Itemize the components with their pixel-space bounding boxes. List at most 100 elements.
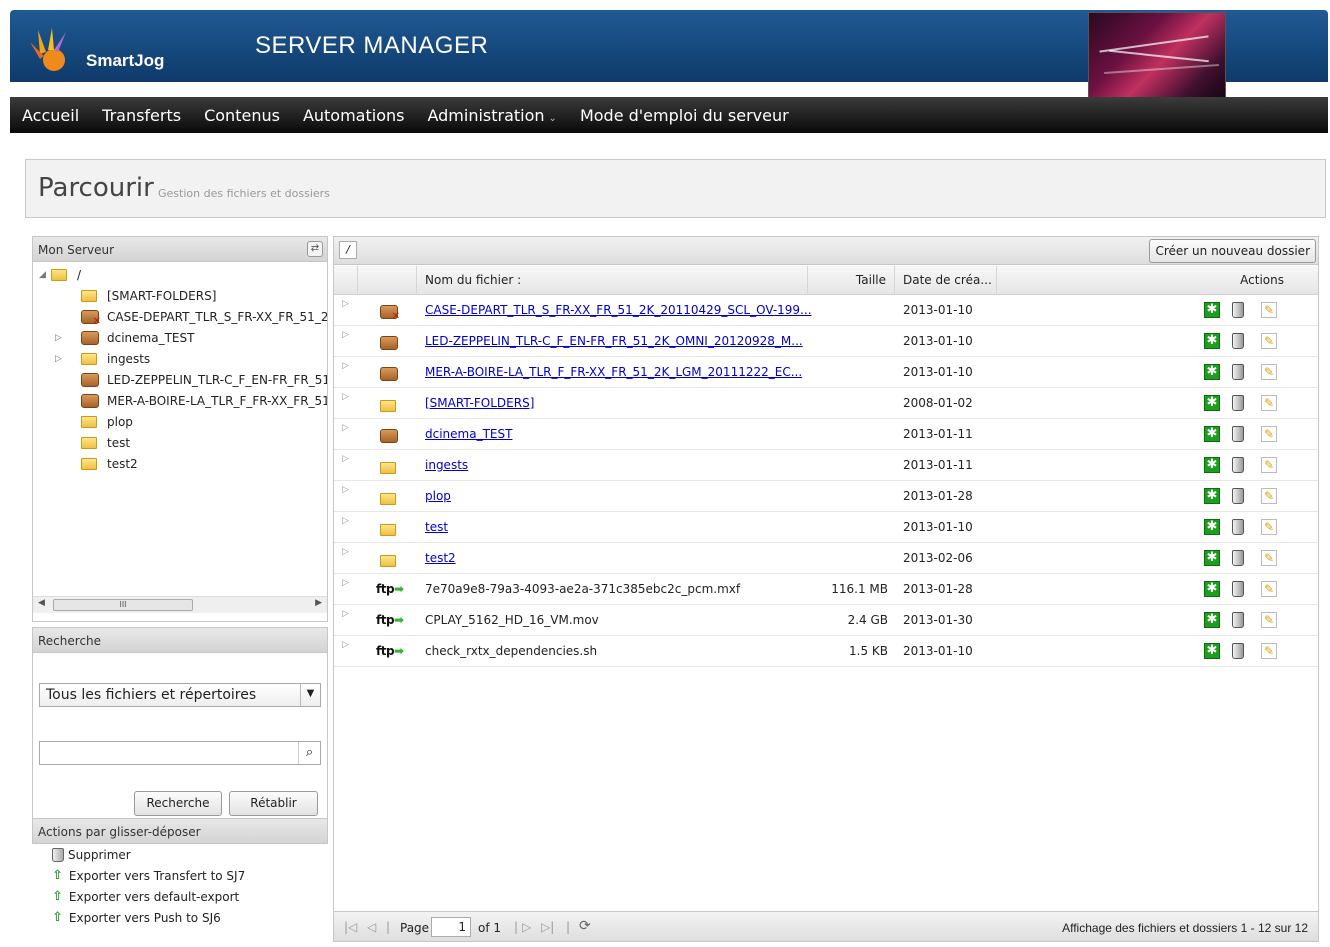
file-name-link[interactable]: test [425,520,448,534]
page-number-input[interactable]: 1 [431,917,471,937]
dnd-item-export-default[interactable]: ⇧ Exporter vers default-export [32,886,328,907]
expand-icon[interactable]: ▷ [342,299,349,309]
col-date-header[interactable]: Date de créa... [895,266,997,294]
trash-icon[interactable] [1232,581,1244,597]
trash-icon[interactable] [1232,643,1244,659]
edit-pencil-icon[interactable]: ✎ [1261,333,1277,349]
tree-root[interactable]: ◢ / [39,264,81,285]
tree-horizontal-scrollbar[interactable]: ◀ III ▶ [33,596,327,613]
favorite-star-icon[interactable]: ✱ [1204,302,1220,318]
tree-item-smart-folders[interactable]: [SMART-FOLDERS] [81,285,216,306]
first-page-icon[interactable]: |◁ [344,920,357,934]
expand-icon[interactable]: ▷ [342,392,349,402]
expand-icon[interactable]: ▷ [342,609,349,619]
edit-pencil-icon[interactable]: ✎ [1261,612,1277,628]
expand-icon[interactable]: ▷ [342,423,349,433]
edit-pencil-icon[interactable]: ✎ [1261,550,1277,566]
scroll-left-icon[interactable]: ◀ [38,598,45,608]
search-input[interactable]: ⌕ [39,741,321,765]
nav-administration[interactable]: Administration ⌄ [427,106,556,125]
table-row[interactable]: ▷ ftp➡ check_rxtx_dependencies.sh 1.5 KB 201… [334,636,1318,667]
file-name-link[interactable]: LED-ZEPPELIN_TLR-C_F_EN-FR_FR_51_2K_OMNI… [425,334,803,348]
expand-icon[interactable]: ▷ [342,640,349,650]
expand-icon[interactable]: ▷ [342,330,349,340]
file-name-link[interactable]: MER-A-BOIRE-LA_TLR_F_FR-XX_FR_51_2K_LGM_… [425,365,802,379]
expand-icon[interactable]: ▷ [342,454,349,464]
tree-item-ingests[interactable]: ▷ ingests [55,348,150,369]
trash-icon[interactable] [1232,395,1244,411]
trash-icon[interactable] [1232,333,1244,349]
scroll-right-icon[interactable]: ▶ [315,598,322,608]
chevron-down-icon[interactable]: ▼ [300,684,320,706]
edit-pencil-icon[interactable]: ✎ [1261,395,1277,411]
expand-icon[interactable]: ▷ [342,516,349,526]
table-row[interactable]: ▷ LED-ZEPPELIN_TLR-C_F_EN-FR_FR_51_2K_OMN… [334,326,1318,357]
tree-item-case-depart[interactable]: CASE-DEPART_TLR_S_FR-XX_FR_51_2 [81,306,327,327]
tree-item-mer-a-boire[interactable]: MER-A-BOIRE-LA_TLR_F_FR-XX_FR_51 [81,390,327,411]
favorite-star-icon[interactable]: ✱ [1204,488,1220,504]
nav-mode-emploi[interactable]: Mode d'emploi du serveur [580,106,789,125]
favorite-star-icon[interactable]: ✱ [1204,395,1220,411]
table-row[interactable]: ▷ dcinema_TEST 2013-01-11 ✱ ✎ [334,419,1318,450]
favorite-star-icon[interactable]: ✱ [1204,364,1220,380]
edit-pencil-icon[interactable]: ✎ [1261,488,1277,504]
nav-transferts[interactable]: Transferts [102,106,181,125]
favorite-star-icon[interactable]: ✱ [1204,426,1220,442]
table-row[interactable]: ▷ [SMART-FOLDERS] 2008-01-02 ✱ ✎ [334,388,1318,419]
trash-icon[interactable] [1232,302,1244,318]
favorite-star-icon[interactable]: ✱ [1204,612,1220,628]
edit-pencil-icon[interactable]: ✎ [1261,364,1277,380]
search-button[interactable]: Recherche [134,791,222,816]
edit-pencil-icon[interactable]: ✎ [1261,519,1277,535]
search-icon[interactable]: ⌕ [298,742,320,764]
smartjog-logo[interactable]: SmartJog [30,18,180,78]
file-name-link[interactable]: test2 [425,551,456,565]
table-row[interactable]: ▷ plop 2013-01-28 ✱ ✎ [334,481,1318,512]
trash-icon[interactable] [1232,519,1244,535]
file-name-link[interactable]: dcinema_TEST [425,427,512,441]
path-root-button[interactable]: / [339,241,357,259]
reset-button[interactable]: Rétablir [229,791,318,816]
expand-icon[interactable]: ▷ [342,547,349,557]
file-name-link[interactable]: CASE-DEPART_TLR_S_FR-XX_FR_51_2K_2011042… [425,303,812,317]
trash-icon[interactable] [1232,550,1244,566]
table-row[interactable]: ▷ ftp➡ 7e70a9e8-79a3-4093-ae2a-371c385ebc2… [334,574,1318,605]
refresh-icon[interactable]: ⇄ [307,241,323,257]
favorite-star-icon[interactable]: ✱ [1204,457,1220,473]
trash-icon[interactable] [1232,457,1244,473]
new-folder-button[interactable]: Créer un nouveau dossier [1149,239,1316,263]
col-name-header[interactable]: Nom du fichier : [417,266,808,294]
edit-pencil-icon[interactable]: ✎ [1261,302,1277,318]
favorite-star-icon[interactable]: ✱ [1204,333,1220,349]
refresh-icon[interactable]: ⟳ [579,918,591,934]
table-row[interactable]: ▷ MER-A-BOIRE-LA_TLR_F_FR-XX_FR_51_2K_LGM… [334,357,1318,388]
favorite-star-icon[interactable]: ✱ [1204,550,1220,566]
file-name-link[interactable]: ingests [425,458,468,472]
favorite-star-icon[interactable]: ✱ [1204,519,1220,535]
nav-accueil[interactable]: Accueil [22,106,79,125]
expand-icon[interactable]: ▷ [55,333,81,343]
edit-pencil-icon[interactable]: ✎ [1261,643,1277,659]
trash-icon[interactable] [1232,426,1244,442]
table-row[interactable]: ▷ test2 2013-02-06 ✱ ✎ [334,543,1318,574]
scrollbar-thumb[interactable]: III [53,599,193,611]
nav-automations[interactable]: Automations [303,106,405,125]
edit-pencil-icon[interactable]: ✎ [1261,581,1277,597]
trash-icon[interactable] [1232,488,1244,504]
nav-contenus[interactable]: Contenus [204,106,280,125]
file-name-link[interactable]: plop [425,489,451,503]
trash-icon[interactable] [1232,612,1244,628]
expand-icon[interactable]: ▷ [342,361,349,371]
tree-item-test2[interactable]: test2 [81,453,138,474]
file-name-link[interactable]: [SMART-FOLDERS] [425,396,534,410]
next-page-icon[interactable]: ▷ [522,920,531,934]
file-type-select[interactable]: Tous les fichiers et répertoires ▼ [39,683,321,707]
expand-icon[interactable]: ▷ [342,485,349,495]
favorite-star-icon[interactable]: ✱ [1204,643,1220,659]
dnd-item-export-sj7[interactable]: ⇧ Exporter vers Transfert to SJ7 [32,865,328,886]
dnd-item-delete[interactable]: Supprimer [32,844,328,865]
expand-icon[interactable]: ▷ [342,578,349,588]
col-size-header[interactable]: Taille [808,266,895,294]
table-row[interactable]: ▷ ingests 2013-01-11 ✱ ✎ [334,450,1318,481]
prev-page-icon[interactable]: ◁ [367,920,376,934]
